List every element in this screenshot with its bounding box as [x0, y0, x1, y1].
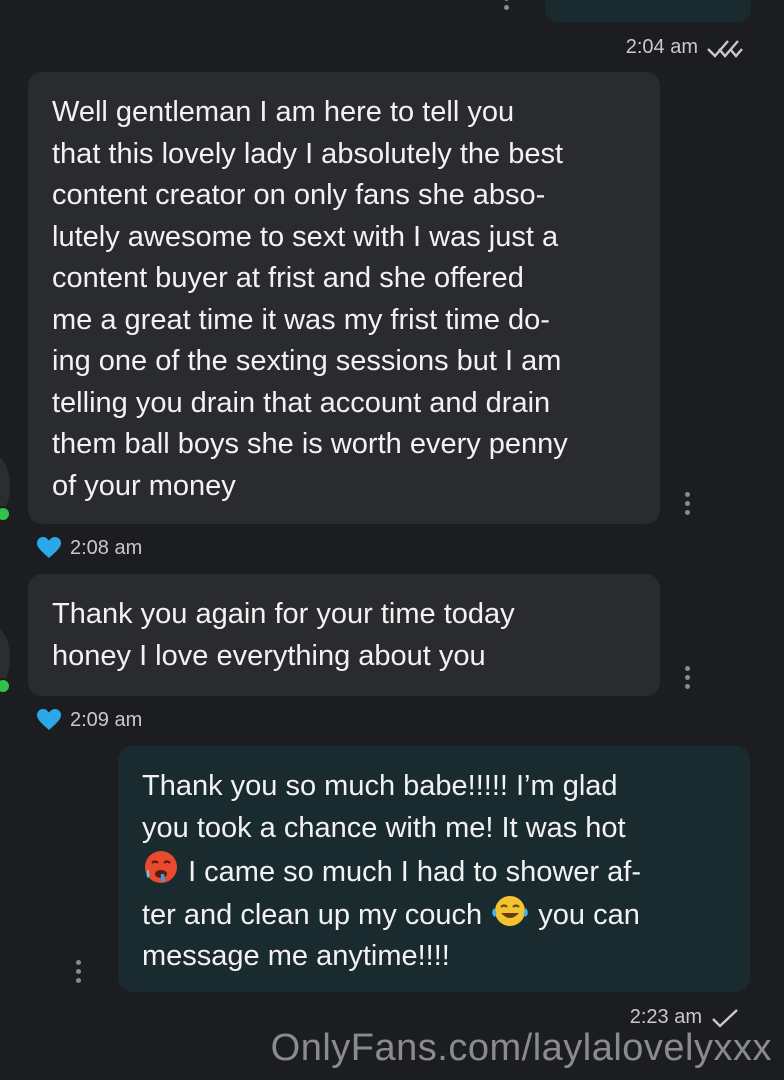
double-check-icon [707, 39, 743, 58]
message-bubble-incoming[interactable]: Well gentleman I am here to tell you tha… [28, 72, 660, 524]
message-text-line: Well gentleman I am here to tell you [52, 96, 515, 128]
message-text: ter and clean up my couch [142, 898, 483, 931]
message-text-line: Thank you again for your time today [52, 598, 515, 630]
message-time: 2:09 am [70, 708, 143, 731]
online-indicator [0, 678, 11, 694]
message-text-line: telling you drain that account and drain [52, 386, 551, 419]
message-text: I came so much I had to shower af- [188, 856, 641, 888]
message-text-line: ing one of the sexting sessions but I am [52, 345, 562, 377]
more-options-icon[interactable] [502, 0, 510, 10]
message-text-line: content creator on only fans she abso- [52, 179, 546, 211]
more-options-icon[interactable] [74, 960, 82, 983]
message-text-line: ter and clean up my couch you can [142, 894, 726, 937]
hot-face-emoji-icon [145, 851, 177, 883]
message-time: 2:08 am [70, 536, 143, 559]
heart-icon[interactable] [36, 536, 62, 560]
online-indicator [0, 506, 11, 522]
message-meta: 2:23 am [630, 1006, 740, 1029]
watermark: OnlyFans.com/laylalovelyxxx [270, 1027, 772, 1069]
message-text-line: message me anytime!!!! [142, 940, 450, 972]
message-text-line: I came so much I had to shower af- [142, 849, 726, 894]
message-bubble-incoming[interactable]: Thank you again for your time today hone… [28, 574, 660, 696]
previous-outgoing-bubble [545, 0, 751, 22]
message-text-line: me a great time it was my frist time do- [52, 303, 550, 336]
more-options-icon[interactable] [683, 492, 691, 515]
message-text: you can [538, 898, 640, 931]
message-time: 2:23 am [629, 1006, 702, 1028]
more-options-icon[interactable] [683, 666, 691, 689]
message-text-line: them ball boys she is worth every penny [52, 428, 568, 460]
message-meta: 2:08 am [36, 536, 142, 560]
message-text-line: that this lovely lady I absolutely the b… [52, 137, 564, 170]
message-time: 2:04 am [625, 36, 698, 58]
message-text-line: honey I love everything about you [52, 639, 486, 672]
message-text-line: content buyer at frist and she offered [52, 262, 524, 294]
message-text-line: of your money [52, 469, 236, 502]
message-meta-top: 2:04 am [626, 36, 744, 59]
message-text-line: lutely awesome to sext with I was just a [52, 220, 559, 253]
heart-icon[interactable] [36, 708, 62, 732]
message-text-line: you took a chance with me! It was hot [142, 811, 626, 844]
check-icon [712, 1008, 738, 1028]
message-meta: 2:09 am [36, 708, 142, 732]
message-bubble-outgoing[interactable]: Thank you so much babe!!!!! I’m glad you… [118, 746, 750, 992]
message-text-line: Thank you so much babe!!!!! I’m glad [142, 770, 618, 802]
tears-of-joy-emoji-icon [492, 895, 528, 926]
